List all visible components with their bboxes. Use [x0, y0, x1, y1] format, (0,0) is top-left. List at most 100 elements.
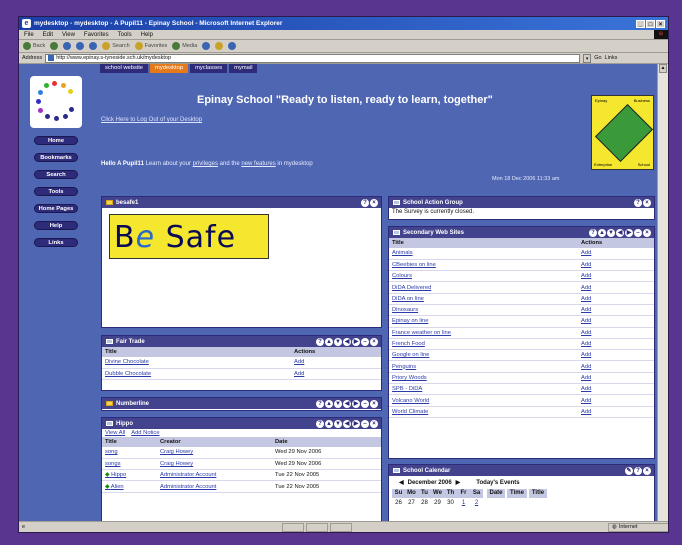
vertical-scrollbar[interactable]: ▲ [657, 64, 668, 523]
help-icon[interactable]: ? [316, 419, 324, 428]
minimize-icon[interactable]: – [361, 337, 369, 346]
add-link[interactable]: Add [578, 304, 654, 317]
add-link[interactable]: Add [578, 394, 654, 407]
help-icon[interactable]: ? [361, 198, 369, 207]
sidebar-item-home[interactable]: Home [34, 136, 78, 145]
minimize-icon[interactable]: – [634, 228, 642, 237]
close-icon[interactable]: × [643, 466, 651, 475]
creator-link[interactable]: Administrator Account [157, 469, 272, 482]
site-link[interactable]: France weather on line [389, 327, 578, 339]
move-left-icon[interactable]: ◀ [343, 399, 351, 408]
notice-title-link[interactable]: song [102, 447, 157, 459]
close-icon[interactable]: × [643, 198, 651, 207]
tab-school-website[interactable]: school website [100, 64, 149, 73]
next-month-button[interactable]: ▶ [456, 479, 461, 486]
move-right-icon[interactable]: ▶ [625, 228, 633, 237]
add-link[interactable]: Add [578, 360, 654, 373]
move-up-icon[interactable]: ▲ [598, 228, 606, 237]
media-button[interactable]: Media [172, 42, 197, 50]
add-link[interactable]: Add [578, 327, 654, 339]
notice-title-link[interactable]: songs [102, 458, 157, 471]
edit-icon[interactable]: ✎ [625, 466, 633, 475]
site-link[interactable]: DiDA Delivered [389, 281, 578, 294]
creator-link[interactable]: Administrator Account [157, 480, 272, 493]
sidebar-item-bookmarks[interactable]: Bookmarks [34, 153, 78, 162]
sidebar-item-links[interactable]: Links [34, 238, 78, 247]
view-all-link[interactable]: View All [105, 430, 125, 436]
notice-title-link[interactable]: ◆ Alien [102, 480, 157, 493]
calendar-day[interactable]: 2 [470, 498, 483, 508]
calendar-day[interactable]: 1 [457, 498, 470, 508]
notice-title-link[interactable]: ◆ Hippo [102, 469, 157, 482]
move-up-icon[interactable]: ▲ [325, 419, 333, 428]
add-link[interactable]: Add [578, 270, 654, 283]
menu-favorites[interactable]: Favorites [84, 32, 109, 38]
move-up-icon[interactable]: ▲ [325, 337, 333, 346]
menu-help[interactable]: Help [141, 32, 153, 38]
help-icon[interactable]: ? [316, 399, 324, 408]
minimize-icon[interactable]: – [361, 419, 369, 428]
refresh-button[interactable] [76, 42, 85, 50]
move-down-icon[interactable]: ▼ [607, 228, 615, 237]
prev-month-button[interactable]: ◀ [399, 479, 404, 486]
tab-myclasses[interactable]: myclasses [190, 64, 228, 73]
move-down-icon[interactable]: ▼ [334, 337, 342, 346]
calendar-day[interactable]: 28 [418, 498, 431, 508]
address-dropdown[interactable]: ▾ [583, 53, 592, 63]
add-link[interactable]: Add [578, 315, 654, 328]
move-down-icon[interactable]: ▼ [334, 399, 342, 408]
site-link[interactable]: Priory Woods [389, 372, 578, 385]
move-right-icon[interactable]: ▶ [352, 419, 360, 428]
close-icon[interactable]: × [370, 419, 378, 428]
add-link[interactable]: Add [578, 281, 654, 294]
add-notice-link[interactable]: Add Notice [131, 430, 159, 436]
move-left-icon[interactable]: ◀ [616, 228, 624, 237]
go-button[interactable]: Go [594, 55, 601, 61]
add-link[interactable]: Add [578, 383, 654, 396]
close-icon[interactable]: × [370, 399, 378, 408]
besafe-logo[interactable]: Be Safe [109, 214, 269, 259]
history-button[interactable] [202, 42, 211, 50]
help-icon[interactable]: ? [316, 337, 324, 346]
stop-button[interactable] [63, 42, 72, 50]
site-link[interactable]: DiDA on line [389, 293, 578, 305]
scroll-up-button[interactable]: ▲ [659, 64, 667, 73]
close-icon[interactable]: × [370, 198, 378, 207]
sidebar-item-home-pages[interactable]: Home Pages [34, 204, 78, 213]
links-button[interactable]: Links [605, 55, 618, 61]
calendar-day[interactable]: 26 [392, 498, 405, 508]
search-button[interactable]: Search [102, 42, 130, 50]
tab-mydesktop[interactable]: mydesktop [150, 64, 189, 73]
menu-tools[interactable]: Tools [118, 32, 132, 38]
back-button[interactable]: Back [23, 42, 45, 50]
minimize-button[interactable]: _ [636, 19, 645, 28]
privileges-link[interactable]: privileges [193, 161, 218, 167]
move-left-icon[interactable]: ◀ [343, 337, 351, 346]
site-link[interactable]: Colours [389, 270, 578, 283]
move-down-icon[interactable]: ▼ [334, 419, 342, 428]
creator-link[interactable]: Craig Howey [157, 447, 272, 459]
site-link[interactable]: Google on line [389, 349, 578, 362]
site-link[interactable]: Dinosaurs [389, 304, 578, 317]
move-left-icon[interactable]: ◀ [343, 419, 351, 428]
menu-view[interactable]: View [62, 32, 75, 38]
new-features-link[interactable]: new features [241, 161, 275, 167]
help-icon[interactable]: ? [634, 466, 642, 475]
move-up-icon[interactable]: ▲ [325, 399, 333, 408]
logout-link[interactable]: Click Here to Log Out of your Desktop [101, 117, 202, 123]
home-button[interactable] [89, 42, 98, 50]
sidebar-item-help[interactable]: Help [34, 221, 78, 230]
calendar-day[interactable]: 30 [444, 498, 457, 508]
minimize-icon[interactable]: – [361, 399, 369, 408]
link-divine-chocolate[interactable]: Divine Chocolate [102, 357, 291, 369]
site-link[interactable]: Epinay on line [389, 315, 578, 328]
link-dubble-chocolate[interactable]: Dubble Chocolate [102, 368, 291, 381]
close-icon[interactable]: × [370, 337, 378, 346]
add-link[interactable]: Add [578, 338, 654, 351]
calendar-day[interactable]: 27 [405, 498, 418, 508]
add-link[interactable]: Add [578, 248, 654, 260]
tab-mymail[interactable]: mymail [229, 64, 258, 73]
add-link[interactable]: Add [578, 372, 654, 385]
maximize-button[interactable]: □ [646, 19, 655, 28]
site-link[interactable]: Volcano World [389, 394, 578, 407]
